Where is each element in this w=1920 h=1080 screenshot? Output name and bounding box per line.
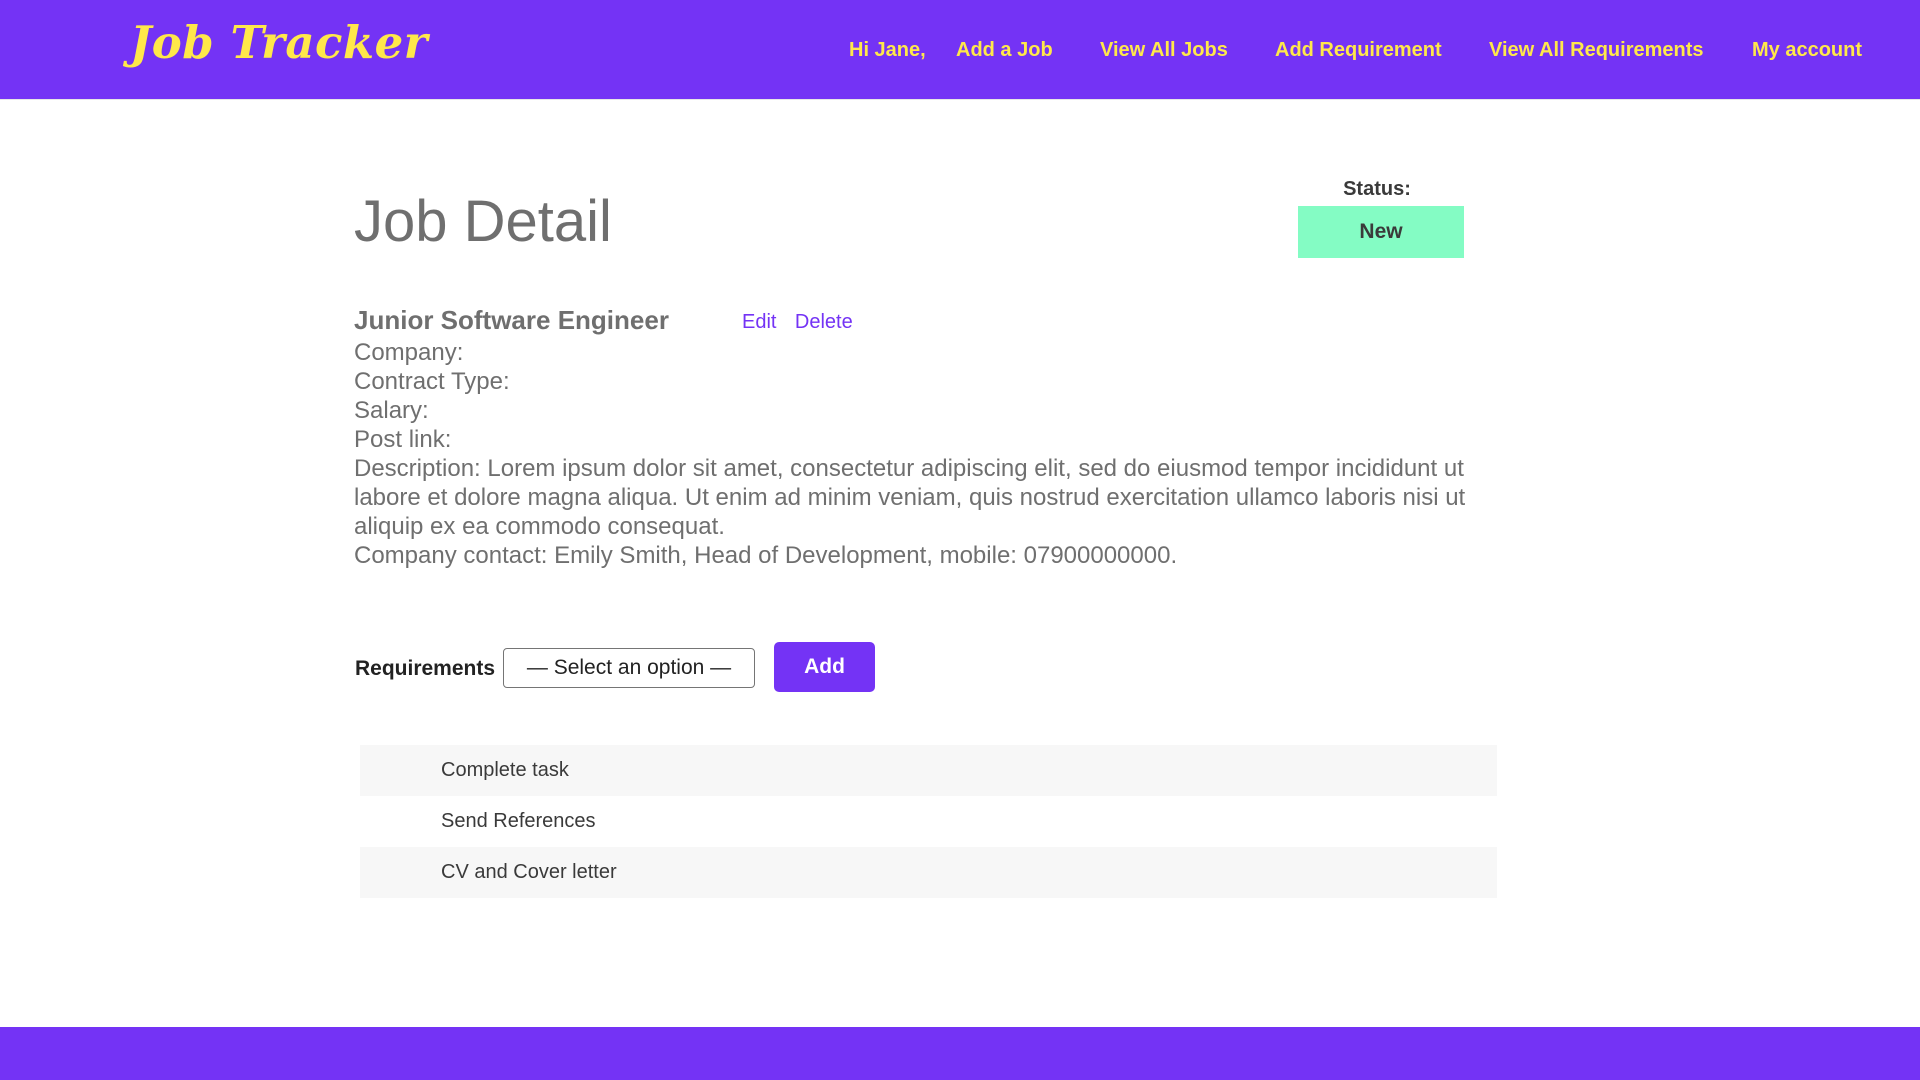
delete-job-link[interactable]: Delete (795, 311, 853, 333)
requirements-list: Complete task Send References CV and Cov… (360, 745, 1497, 898)
page-footer (0, 1027, 1920, 1080)
add-requirement-button[interactable]: Add (774, 642, 875, 692)
nav-add-requirement[interactable]: Add Requirement (1275, 39, 1442, 62)
page-title: Job Detail (354, 189, 612, 254)
edit-job-link[interactable]: Edit (742, 311, 776, 333)
nav-view-all-requirements[interactable]: View All Requirements (1489, 39, 1704, 62)
job-actions: Edit Delete (742, 311, 867, 334)
list-item: Send References (441, 810, 596, 832)
job-contact: Company contact: Emily Smith, Head of De… (354, 542, 1178, 569)
job-post-link: Post link: (354, 426, 452, 453)
list-item: Complete task (360, 745, 1497, 796)
nav-view-all-jobs[interactable]: View All Jobs (1100, 39, 1228, 62)
job-contract-type: Contract Type: (354, 368, 510, 395)
main-nav: Hi Jane, Add a Job View All Jobs Add Req… (0, 39, 1920, 69)
top-header: Job Tracker Hi Jane, Add a Job View All … (0, 0, 1920, 100)
job-description: Description: Lorem ipsum dolor sit amet,… (354, 455, 1466, 540)
requirement-select[interactable]: — Select an option — (503, 648, 755, 688)
nav-my-account[interactable]: My account (1752, 39, 1862, 62)
user-greeting: Hi Jane, (849, 39, 926, 61)
page: Job Tracker Hi Jane, Add a Job View All … (0, 0, 1920, 1080)
status-badge: New (1298, 206, 1464, 258)
job-details: Company: Contract Type: Salary: Post lin… (354, 338, 1484, 570)
requirements-label: Requirements (355, 657, 496, 680)
nav-add-job[interactable]: Add a Job (956, 39, 1053, 62)
list-item: CV and Cover letter (360, 847, 1497, 898)
status-label: Status: (1343, 178, 1411, 200)
job-company: Company: (354, 339, 464, 366)
job-title: Junior Software Engineer (354, 305, 669, 335)
job-salary: Salary: (354, 397, 429, 424)
